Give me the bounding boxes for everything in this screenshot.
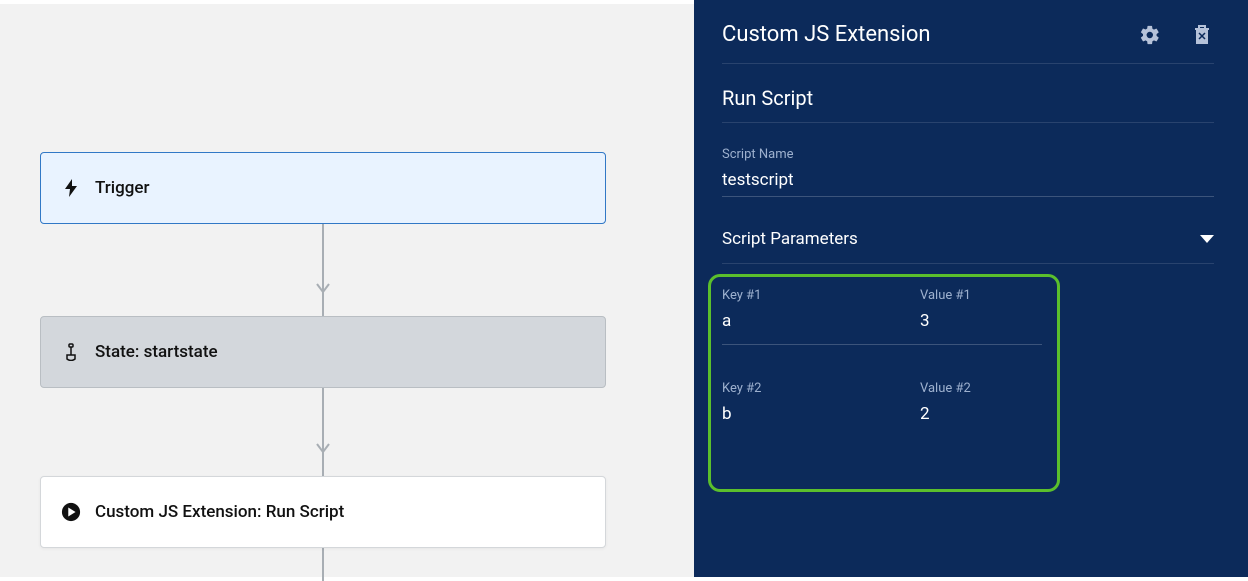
arrow-down-icon: [315, 440, 331, 459]
param-key-value[interactable]: b: [722, 404, 892, 430]
field-underline: [722, 344, 1042, 345]
parameter-row: Key #2 b Value #2 2: [722, 381, 1214, 430]
chevron-down-icon: [1200, 235, 1214, 243]
divider: [722, 122, 1214, 123]
connector-line: [322, 224, 324, 316]
param-key-label: Key #1: [722, 288, 892, 303]
workflow-canvas[interactable]: Trigger State: startstate Custom JS Exte…: [0, 0, 694, 577]
script-name-label: Script Name: [722, 147, 1214, 162]
param-value-value[interactable]: 3: [920, 311, 1090, 337]
param-key-field[interactable]: Key #2 b: [722, 381, 892, 430]
play-circle-icon: [61, 502, 81, 522]
trigger-node[interactable]: Trigger: [40, 152, 606, 224]
state-node[interactable]: State: startstate: [40, 316, 606, 388]
param-value-value[interactable]: 2: [920, 404, 1090, 430]
script-name-field[interactable]: Script Name testscript: [722, 147, 1214, 197]
lightning-icon: [61, 178, 81, 198]
shovel-icon: [61, 342, 81, 362]
panel-subtitle: Run Script: [722, 86, 1214, 110]
gear-icon[interactable]: [1138, 23, 1162, 47]
panel-actions: [1138, 23, 1214, 47]
connector-line: [322, 548, 324, 581]
trigger-node-label: Trigger: [95, 178, 150, 198]
trash-icon[interactable]: [1190, 23, 1214, 47]
param-value-label: Value #2: [920, 381, 1090, 396]
script-parameters-label: Script Parameters: [722, 229, 858, 249]
parameter-row: Key #1 a Value #1 3: [722, 288, 1214, 337]
param-value-field[interactable]: Value #2 2: [920, 381, 1090, 430]
panel-header: Custom JS Extension: [722, 22, 1214, 64]
panel-title: Custom JS Extension: [722, 22, 931, 47]
param-value-field[interactable]: Value #1 3: [920, 288, 1090, 337]
param-key-value[interactable]: a: [722, 311, 892, 337]
param-key-field[interactable]: Key #1 a: [722, 288, 892, 337]
arrow-down-icon: [315, 280, 331, 299]
script-parameters-toggle[interactable]: Script Parameters: [722, 229, 1214, 264]
script-parameters-body: Key #1 a Value #1 3 Key #2 b Value #2 2: [722, 288, 1214, 430]
script-name-value[interactable]: testscript: [722, 170, 1214, 197]
param-key-label: Key #2: [722, 381, 892, 396]
param-value-label: Value #1: [920, 288, 1090, 303]
connector-line: [322, 388, 324, 476]
state-node-label: State: startstate: [95, 342, 218, 362]
custom-extension-node[interactable]: Custom JS Extension: Run Script: [40, 476, 606, 548]
custom-node-label: Custom JS Extension: Run Script: [95, 502, 344, 522]
properties-panel: Custom JS Extension Run Script Script Na…: [694, 0, 1248, 577]
